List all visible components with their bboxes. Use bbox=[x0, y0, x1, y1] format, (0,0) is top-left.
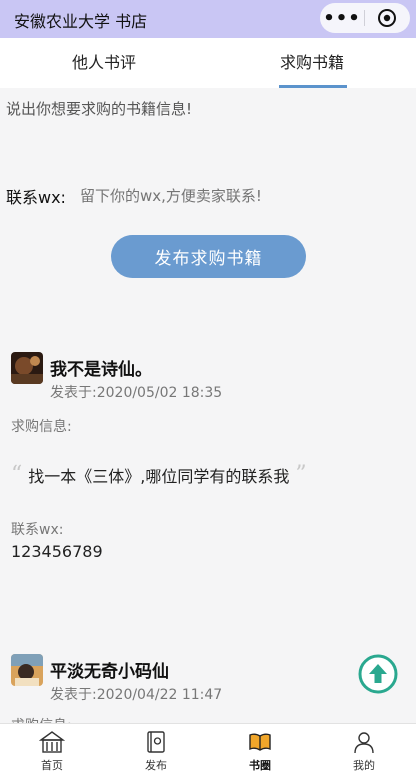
nav-label: 发布 bbox=[145, 759, 167, 772]
post-author: 我不是诗仙。 bbox=[50, 360, 152, 380]
active-tab-indicator bbox=[279, 85, 347, 88]
request-textarea[interactable]: 说出你想要求购的书籍信息! bbox=[6, 98, 192, 119]
nav-label: 首页 bbox=[41, 759, 63, 772]
publish-request-button[interactable]: 发布求购书籍 bbox=[111, 235, 306, 278]
nav-book-circle[interactable]: 书圈 bbox=[208, 724, 312, 778]
bottom-nav: 首页 发布 书圈 我的 bbox=[0, 723, 416, 778]
wx-label: 联系wx: bbox=[6, 188, 66, 207]
wx-row: 联系wx: bbox=[6, 184, 380, 208]
app-header: 安徽农业大学 书店 ••• bbox=[0, 0, 416, 38]
tab-bar: 他人书评 求购书籍 bbox=[0, 38, 416, 88]
close-quote-icon: ” bbox=[295, 462, 307, 487]
request-quote: “ 找一本《三体》,哪位同学有的联系我 ” bbox=[11, 462, 307, 487]
user-icon bbox=[354, 732, 374, 754]
wx-input[interactable] bbox=[79, 187, 380, 205]
request-label: 求购信息: bbox=[11, 419, 72, 435]
post-date: 发表于:2020/04/22 11:47 bbox=[50, 687, 223, 703]
arrow-up-circle-icon bbox=[358, 654, 398, 694]
tab-label: 他人书评 bbox=[71, 53, 136, 72]
tab-buy-request[interactable]: 求购书籍 bbox=[208, 38, 416, 88]
app-title: 安徽农业大学 书店 bbox=[14, 12, 148, 31]
more-dots-icon[interactable]: ••• bbox=[320, 3, 364, 33]
tab-reviews[interactable]: 他人书评 bbox=[0, 38, 208, 88]
nav-home[interactable]: 首页 bbox=[0, 724, 104, 778]
post-author: 平淡无奇小码仙 bbox=[50, 662, 169, 682]
wx-value: 123456789 bbox=[11, 542, 103, 561]
open-quote-icon: “ bbox=[11, 462, 23, 487]
book-publish-icon bbox=[147, 731, 165, 753]
avatar[interactable] bbox=[11, 352, 43, 384]
nav-publish[interactable]: 发布 bbox=[104, 724, 208, 778]
tab-label: 求购书籍 bbox=[279, 53, 344, 72]
avatar[interactable] bbox=[11, 654, 43, 686]
post-date: 发表于:2020/05/02 18:35 bbox=[50, 385, 223, 401]
request-text: 找一本《三体》,哪位同学有的联系我 bbox=[28, 466, 290, 486]
building-icon bbox=[39, 731, 65, 753]
nav-label: 书圈 bbox=[249, 759, 271, 772]
wx-label: 联系wx: bbox=[11, 522, 64, 538]
target-close-icon[interactable] bbox=[365, 3, 409, 33]
nav-profile[interactable]: 我的 bbox=[312, 724, 416, 778]
nav-label: 我的 bbox=[353, 759, 375, 772]
back-to-top-button[interactable] bbox=[358, 654, 398, 694]
open-book-icon bbox=[249, 733, 271, 751]
mini-program-capsule: ••• bbox=[320, 3, 410, 33]
